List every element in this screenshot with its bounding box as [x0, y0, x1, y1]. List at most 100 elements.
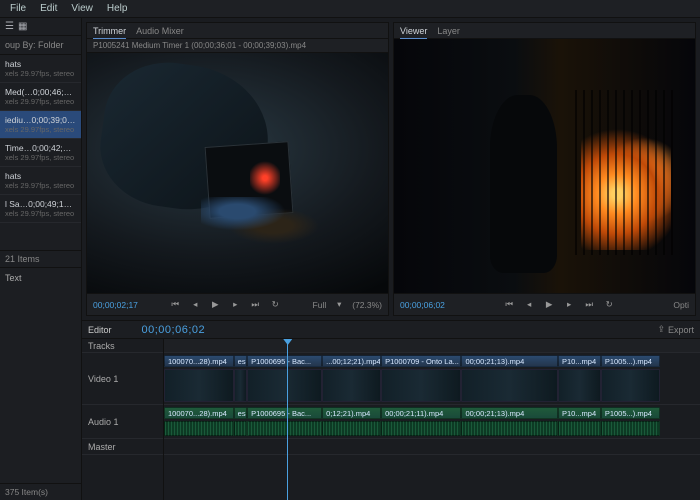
dropdown-icon[interactable]: ▾ [332, 298, 346, 312]
media-item-name: iediu…0;00;39;03).mp4 [5, 115, 76, 125]
next-frame-icon[interactable]: ▸ [228, 298, 242, 312]
footer-item-count: 375 Item(s) [0, 483, 81, 500]
clip-waveform[interactable] [381, 421, 461, 436]
clip-thumbnail[interactable] [164, 369, 234, 402]
media-item-name: hats [5, 59, 76, 69]
menu-file[interactable]: File [10, 3, 26, 14]
tracks-label: Tracks [88, 338, 115, 354]
play-icon[interactable]: ▶ [208, 298, 222, 312]
timeline-clip[interactable]: P1005...).mp4 [601, 355, 660, 367]
viewer-options[interactable]: Opti [673, 300, 689, 310]
timeline[interactable]: 100070...28).mp4esP1000695 - Bac......00… [164, 339, 700, 500]
media-item-meta: xels 29.97fps, stereo at 48000Hz [5, 125, 76, 134]
clip-waveform[interactable] [247, 421, 322, 436]
menu-help[interactable]: Help [107, 3, 128, 14]
clip-thumbnail[interactable] [247, 369, 322, 402]
media-count: 21 Items [0, 250, 81, 267]
timeline-clip[interactable]: 100070...28).mp4 [164, 407, 234, 419]
clip-waveform[interactable] [164, 421, 234, 436]
clip-thumbnail[interactable] [322, 369, 381, 402]
zoom-level: (72.3%) [352, 300, 382, 310]
timeline-ruler[interactable] [164, 339, 700, 353]
skip-back-icon[interactable]: ⏮ [502, 298, 516, 312]
clip-waveform[interactable] [558, 421, 601, 436]
editor-timecode: 00;00;06;02 [142, 324, 206, 336]
media-item[interactable]: Med(…0;00;46;02).mp4xels 29.97fps, stere… [0, 83, 81, 111]
timeline-clip[interactable]: es [234, 355, 247, 367]
timeline-clip[interactable]: es [234, 407, 247, 419]
timeline-clip[interactable]: ...00;12;21).mp4 [322, 355, 381, 367]
quality-dropdown[interactable]: Full [313, 300, 327, 310]
media-item-name: Med(…0;00;46;02).mp4 [5, 87, 76, 97]
menu-bar: File Edit View Help [0, 0, 700, 18]
timeline-clip[interactable]: 00;00;21;13).mp4 [461, 407, 557, 419]
media-item[interactable]: l Sa…0;00;49;13).mp4xels 29.97fps, stere… [0, 195, 81, 223]
menu-edit[interactable]: Edit [40, 3, 57, 14]
trimmer-timecode: 00;00;02;17 [93, 300, 138, 310]
clip-waveform[interactable] [322, 421, 381, 436]
viewer-transport: 00;00;06;02 ⏮ ◂ ▶ ▸ ⏭ ↻ Opti [394, 293, 695, 315]
tab-layer[interactable]: Layer [437, 26, 460, 36]
clip-thumbnail[interactable] [234, 369, 247, 402]
clip-thumbnail[interactable] [461, 369, 557, 402]
clip-thumbnail[interactable] [381, 369, 461, 402]
text-panel-header[interactable]: Text [0, 267, 81, 288]
group-by-label[interactable]: oup By: Folder [0, 36, 81, 55]
master-track-label[interactable]: Master [88, 439, 116, 455]
clip-thumbnail[interactable] [601, 369, 660, 402]
timeline-clip[interactable]: P1000709 - Onto La... [381, 355, 461, 367]
media-item-meta: xels 29.97fps, stereo at 48000Hz [5, 153, 76, 162]
skip-back-icon[interactable]: ⏮ [168, 298, 182, 312]
tab-trimmer[interactable]: Trimmer [93, 26, 126, 39]
skip-fwd-icon[interactable]: ⏭ [248, 298, 262, 312]
media-sidebar: ☰ ▦ oup By: Folder hatsxels 29.97fps, st… [0, 18, 82, 500]
loop-icon[interactable]: ↻ [602, 298, 616, 312]
media-item[interactable]: hatsxels 29.97fps, stereo at 48000Hz [0, 167, 81, 195]
media-item-meta: xels 29.97fps, stereo at 48000Hz [5, 181, 76, 190]
viewer-timecode: 00;00;06;02 [400, 300, 445, 310]
tab-viewer[interactable]: Viewer [400, 26, 427, 39]
trimmer-panel: Trimmer Audio Mixer P1005241 Medium Time… [86, 22, 389, 316]
timeline-clip[interactable]: P10...mp4 [558, 407, 601, 419]
timeline-clip[interactable]: 0;12;21).mp4 [322, 407, 381, 419]
track-headers: Tracks Video 1 Audio 1 Master [82, 339, 164, 500]
clip-waveform[interactable] [461, 421, 557, 436]
media-item-meta: xels 29.97fps, stereo at 48000Hz [5, 209, 76, 218]
grid-view-icon[interactable]: ▦ [18, 21, 27, 32]
clip-thumbnail[interactable] [558, 369, 601, 402]
editor-panel: Editor 00;00;06;02 ⇪ Export Tracks Video… [82, 320, 700, 500]
play-icon[interactable]: ▶ [542, 298, 556, 312]
menu-view[interactable]: View [71, 3, 93, 14]
clip-waveform[interactable] [234, 421, 247, 436]
clip-waveform[interactable] [601, 421, 660, 436]
list-view-icon[interactable]: ☰ [5, 21, 14, 32]
video-track[interactable]: 100070...28).mp4esP1000695 - Bac......00… [164, 353, 700, 405]
media-item-meta: xels 29.97fps, stereo at 48000Hz [5, 69, 76, 78]
trimmer-preview[interactable] [87, 53, 388, 293]
export-button[interactable]: ⇪ Export [657, 324, 694, 335]
media-item[interactable]: Time…0;00;42;08).mp4xels 29.97fps, stere… [0, 139, 81, 167]
viewer-preview[interactable] [394, 39, 695, 293]
timeline-clip[interactable]: P1005...).mp4 [601, 407, 660, 419]
tab-audio-mixer[interactable]: Audio Mixer [136, 26, 184, 36]
skip-fwd-icon[interactable]: ⏭ [582, 298, 596, 312]
audio-track[interactable]: 100070...28).mp4esP1000695 - Bac...0;12;… [164, 405, 700, 439]
timeline-clip[interactable]: P1000695 - Bac... [247, 355, 322, 367]
timeline-clip[interactable]: 100070...28).mp4 [164, 355, 234, 367]
audio-track-label[interactable]: Audio 1 [88, 414, 119, 430]
next-frame-icon[interactable]: ▸ [562, 298, 576, 312]
media-item-name: hats [5, 171, 76, 181]
media-item[interactable]: hatsxels 29.97fps, stereo at 48000Hz [0, 55, 81, 83]
master-track[interactable] [164, 439, 700, 455]
video-track-label[interactable]: Video 1 [88, 371, 118, 387]
timeline-clip[interactable]: 00;00;21;13).mp4 [461, 355, 557, 367]
timeline-clip[interactable]: P10...mp4 [558, 355, 601, 367]
timeline-clip[interactable]: P1000695 - Bac... [247, 407, 322, 419]
media-item[interactable]: iediu…0;00;39;03).mp4xels 29.97fps, ster… [0, 111, 81, 139]
prev-frame-icon[interactable]: ◂ [188, 298, 202, 312]
viewer-panel: Viewer Layer 00;00;06;02 ⏮ ◂ ▶ ▸ ⏭ ↻ Opt… [393, 22, 696, 316]
timeline-clip[interactable]: 00;00;21;11).mp4 [381, 407, 461, 419]
playhead[interactable] [287, 339, 288, 500]
loop-icon[interactable]: ↻ [268, 298, 282, 312]
prev-frame-icon[interactable]: ◂ [522, 298, 536, 312]
